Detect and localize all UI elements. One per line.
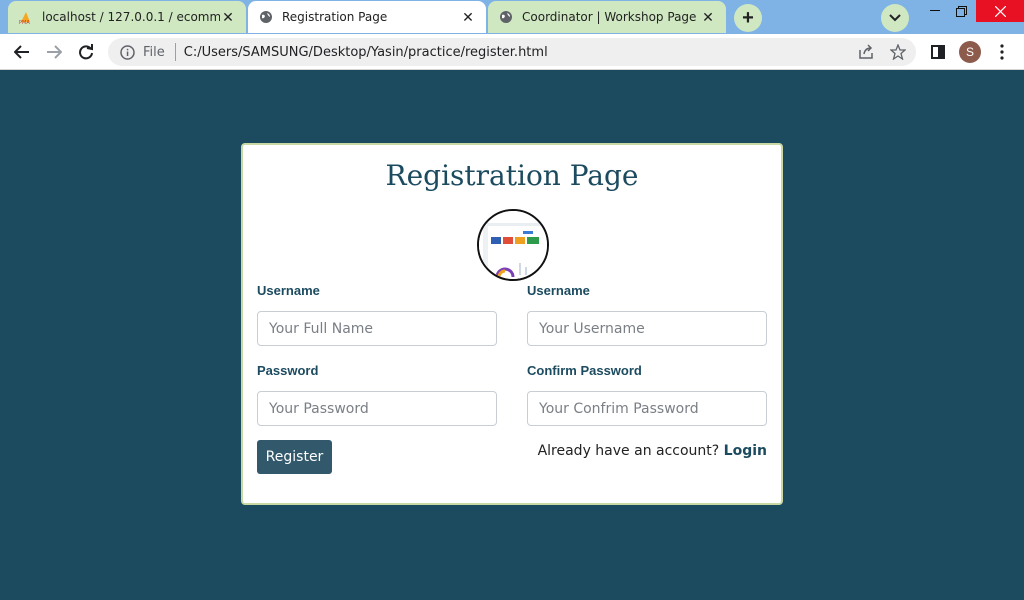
page-title: Registration Page [385, 159, 639, 192]
address-bar[interactable]: File C:/Users/SAMSUNG/Desktop/Yasin/prac… [108, 38, 916, 66]
tab-phpmyadmin[interactable]: PMA localhost / 127.0.0.1 / ecommerce ✕ [8, 1, 246, 33]
fullname-label: Username [257, 283, 320, 298]
share-icon [859, 44, 873, 59]
close-icon[interactable]: ✕ [220, 9, 236, 25]
new-tab-button[interactable]: + [734, 4, 762, 32]
close-window-button[interactable] [976, 0, 1024, 22]
phpmyadmin-icon: PMA [18, 9, 34, 25]
star-icon [890, 44, 906, 60]
tab-title: Coordinator | Workshop Page [522, 10, 697, 24]
tab-strip: PMA localhost / 127.0.0.1 / ecommerce ✕ … [0, 0, 1024, 34]
site-info-chip[interactable]: File [120, 45, 165, 60]
register-button[interactable]: Register [257, 440, 332, 474]
registration-card: Registration Page Username Username Pass… [241, 143, 783, 505]
username-input[interactable] [527, 311, 767, 346]
tab-title: Registration Page [282, 10, 388, 24]
arrow-left-icon [14, 45, 29, 59]
share-button[interactable] [854, 40, 878, 64]
close-icon[interactable]: ✕ [700, 9, 716, 25]
menu-button[interactable] [990, 40, 1014, 64]
login-link[interactable]: Login [724, 443, 767, 459]
avatar[interactable]: S [959, 41, 981, 63]
tab-registration[interactable]: Registration Page ✕ [248, 1, 486, 33]
tab-coordinator[interactable]: Coordinator | Workshop Page ✕ [488, 1, 726, 33]
tab-title: localhost / 127.0.0.1 / ecommerce [42, 10, 220, 24]
side-panel-icon [931, 45, 945, 59]
login-prompt: Already have an account? Login [538, 443, 767, 459]
reload-button[interactable] [74, 40, 98, 64]
password-label: Password [257, 363, 319, 378]
url-text[interactable]: C:/Users/SAMSUNG/Desktop/Yasin/practice/… [184, 45, 548, 60]
close-icon[interactable]: ✕ [460, 9, 476, 25]
info-icon [120, 44, 135, 60]
bookmark-button[interactable] [886, 40, 910, 64]
dashboard-logo-image [477, 209, 549, 281]
globe-icon [498, 9, 514, 25]
restore-button[interactable] [944, 0, 978, 22]
globe-icon [258, 9, 274, 25]
password-input[interactable] [257, 391, 497, 426]
confirm-password-label: Confirm Password [527, 363, 642, 378]
tab-search-button[interactable] [881, 4, 909, 32]
username-label: Username [527, 283, 590, 298]
browser-toolbar: File C:/Users/SAMSUNG/Desktop/Yasin/prac… [0, 34, 1024, 70]
fullname-input[interactable] [257, 311, 497, 346]
forward-button[interactable] [42, 40, 66, 64]
kebab-menu-icon [1000, 44, 1004, 60]
back-button[interactable] [10, 40, 34, 64]
arrow-right-icon [47, 45, 62, 59]
reload-icon [79, 44, 93, 60]
chevron-down-icon [889, 14, 901, 22]
svg-text:PMA: PMA [19, 20, 30, 24]
site-chip-label: File [143, 44, 165, 60]
login-prompt-text: Already have an account? [537, 443, 720, 459]
divider [174, 43, 176, 61]
side-panel-button[interactable] [926, 40, 950, 64]
confirm-password-input[interactable] [527, 391, 767, 426]
